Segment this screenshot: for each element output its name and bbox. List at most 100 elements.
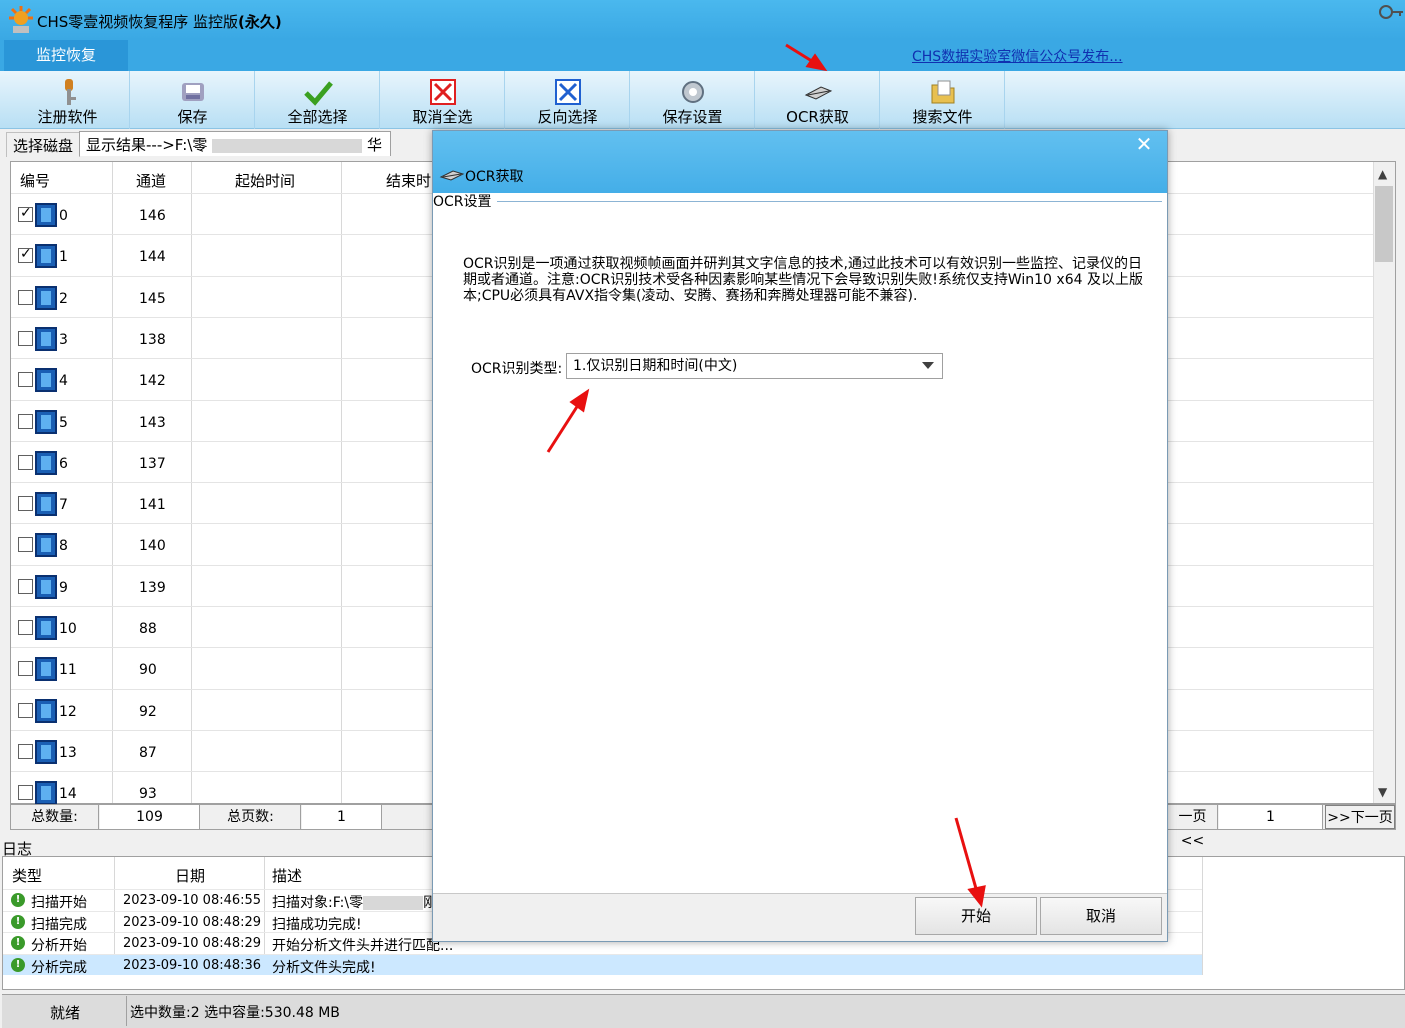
video-file-icon [35,203,57,227]
row-id: 7 [59,497,68,514]
row-checkbox[interactable] [18,661,33,677]
current-page-input[interactable]: 1 [1219,805,1323,829]
results-path-label: 显示结果--->F:\零 [86,136,208,154]
row-checkbox[interactable] [18,620,33,635]
total-count-label: 总数量: [11,805,99,829]
row-channel: 138 [139,331,166,348]
toolbar-button-settings[interactable]: 保存设置 [631,71,755,129]
row-checkbox[interactable] [18,205,33,222]
row-checkbox[interactable] [18,454,33,470]
col-header-channel[interactable]: 通道 [136,170,166,191]
cancel-button[interactable]: 取消 [1040,897,1162,935]
redacted-path [363,896,424,910]
row-checkbox[interactable] [18,496,33,512]
next-page-button[interactable]: >>下一页 [1325,805,1395,829]
ocr-type-select[interactable]: 1.仅识别日期和时间(中文) [566,353,943,379]
video-file-icon [35,574,57,599]
scroll-thumb[interactable] [1375,186,1393,262]
row-checkbox[interactable] [18,743,33,759]
log-type: 扫描完成 [31,916,87,933]
log-desc: 分析文件头完成! [272,959,376,976]
log-divider [1202,857,1203,975]
row-id: 0 [59,208,68,224]
row-channel: 137 [139,455,166,472]
invert-select-icon [555,79,581,105]
row-id: 2 [59,290,68,307]
results-path-suffix: 华 [366,136,382,154]
row-checkbox[interactable] [18,330,33,346]
toolbar-button-scanner[interactable]: OCR获取 [756,71,880,129]
log-type: 分析开始 [31,938,87,954]
folder-icon [931,80,955,104]
toolbar-button-folder[interactable]: 搜索文件 [881,71,1005,129]
ocr-type-label: OCR识别类型: [471,361,563,377]
ocr-settings-section: OCR设置 [433,194,492,210]
info-icon: ! [11,936,25,950]
row-channel: 93 [139,786,157,803]
log-header-date[interactable]: 日期 [175,865,205,886]
key-icon[interactable] [1378,3,1404,21]
row-id: 6 [59,455,68,472]
total-pages-value: 1 [302,805,382,829]
row-checkbox[interactable] [18,289,33,305]
log-desc-cell: 扫描成功完成! [272,914,362,934]
section-divider [497,201,1162,202]
total-count-value: 109 [100,805,200,829]
video-file-icon [35,285,57,310]
toolbar-button-save[interactable]: 保存 [131,71,255,129]
row-channel: 143 [139,414,166,431]
video-file-icon [35,698,57,723]
toolbar-button-check[interactable]: 全部选择 [256,71,380,129]
scanner-icon [804,86,833,100]
row-checkbox[interactable] [18,578,33,594]
tab-results[interactable]: 显示结果--->F:\零 华 [79,131,391,156]
prev-page-button[interactable]: 一页<< [1168,805,1218,849]
row-checkbox[interactable] [18,702,33,718]
log-desc-cell: 扫描对象:F:\零刚 [272,892,437,912]
check-icon [304,81,333,106]
tab-monitor-recovery[interactable]: 监控恢复 [4,40,128,71]
toolbar-button-label: 反向选择 [537,108,598,126]
row-checkbox[interactable] [18,537,33,553]
log-desc: 扫描成功完成! [272,916,362,933]
log-desc-cell: 开始分析文件头并进行匹配... [272,935,453,955]
cancel-select-icon [430,79,456,105]
log-header-desc[interactable]: 描述 [272,865,302,886]
log-row[interactable]: ! 分析完成 2023-09-10 08:48:36 分析文件头完成! [3,953,1202,977]
info-icon: ! [11,957,25,972]
toolbar-button-key[interactable]: 注册软件 [6,71,130,129]
col-header-end-time[interactable]: 结束时 [386,170,431,191]
row-channel: 141 [139,497,166,514]
chevron-down-icon[interactable] [922,362,934,369]
toolbar-button-invert-select[interactable]: 反向选择 [506,71,630,129]
row-checkbox[interactable] [18,413,33,429]
ribbon-tab-strip [0,40,1405,71]
log-desc: 扫描对象:F:\零 [272,895,364,911]
video-file-icon [35,450,57,475]
row-channel: 87 [139,744,157,761]
row-checkbox[interactable] [18,785,33,801]
key-icon [65,79,76,105]
start-button[interactable]: 开始 [915,897,1037,935]
row-id: 11 [59,662,77,679]
log-type: 分析完成 [31,959,87,976]
log-date: 2023-09-10 08:46:55 [123,893,262,908]
wechat-link[interactable]: CHS数据实验室微信公众号发布... [912,46,1123,66]
tab-select-disk[interactable]: 选择磁盘 [6,132,81,157]
log-desc-cell: 分析文件头完成! [272,957,376,977]
row-channel: 88 [139,621,157,637]
row-channel: 144 [139,249,166,266]
scroll-up-icon[interactable]: ▲ [1378,167,1387,181]
ocr-description: OCR识别是一项通过获取视频帧画面并研判其文字信息的技术,通过此技术可以有效识别… [463,256,1143,304]
log-header-type[interactable]: 类型 [12,865,42,886]
dialog-title-bar [433,131,1167,193]
row-id: 3 [59,331,68,348]
toolbar-button-label: 保存 [177,108,208,126]
scroll-down-icon[interactable]: ▼ [1378,785,1387,799]
dialog-close-button[interactable]: ✕ [1130,133,1158,155]
col-header-id[interactable]: 编号 [20,170,50,191]
col-header-start-time[interactable]: 起始时间 [235,170,295,191]
toolbar-button-cancel-select[interactable]: 取消全选 [381,71,505,129]
row-checkbox[interactable] [18,372,33,388]
row-checkbox[interactable] [18,246,33,264]
